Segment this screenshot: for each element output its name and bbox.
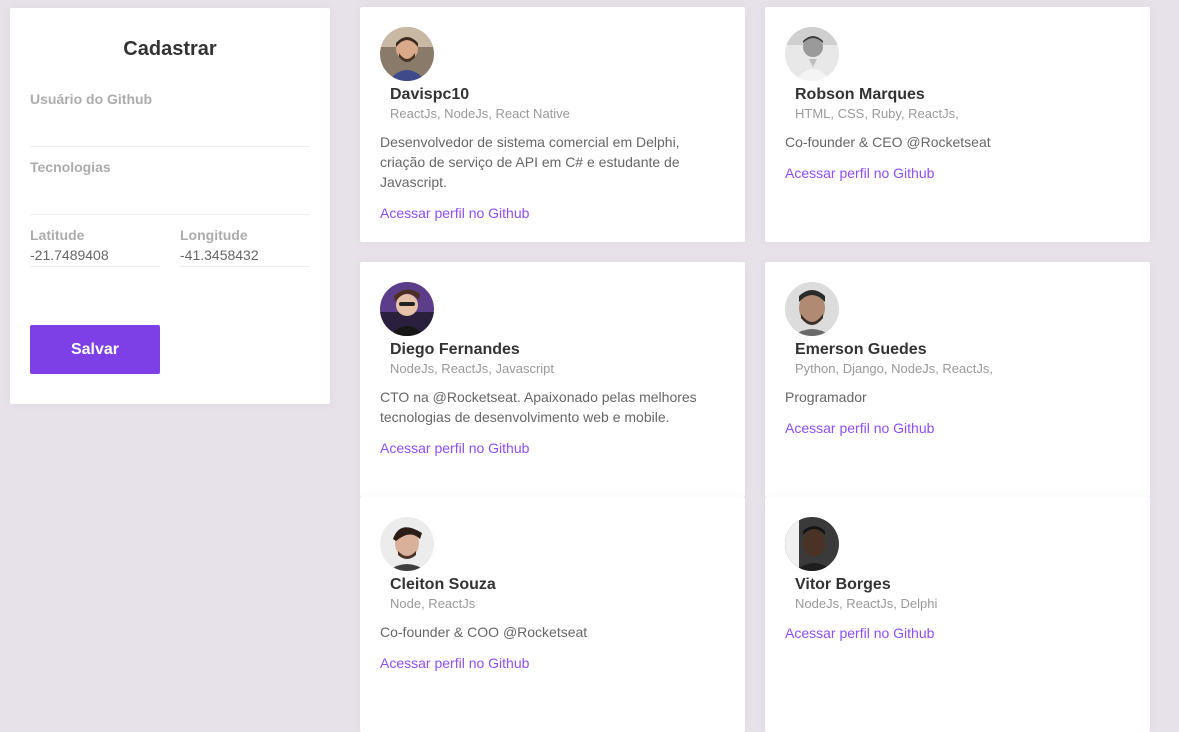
github-profile-link[interactable]: Acessar perfil no Github [785,163,934,183]
avatar-image [380,517,434,571]
longitude-label: Longitude [180,227,248,243]
github-profile-link[interactable]: Acessar perfil no Github [380,203,529,223]
avatar [380,282,434,336]
save-button[interactable]: Salvar [30,325,160,374]
avatar-image [785,27,839,81]
dev-techs: NodeJs, ReactJs, Javascript [390,361,555,376]
latitude-field-group: Latitude [30,227,160,267]
dev-card: Vitor Borges NodeJs, ReactJs, Delphi Ace… [765,497,1150,732]
avatar [380,27,434,81]
dev-name: Davispc10 [390,86,470,103]
dev-name: Emerson Guedes [795,341,927,358]
techs-label: Tecnologias [30,159,111,175]
longitude-input[interactable] [180,243,310,267]
avatar-image [380,27,434,81]
dev-techs: Node, ReactJs [390,596,476,611]
dev-bio: CTO na @Rocketseat. Apaixonado pelas mel… [380,389,697,425]
github-profile-link[interactable]: Acessar perfil no Github [380,438,529,458]
dev-name: Cleiton Souza [390,576,496,593]
latitude-input[interactable] [30,243,160,267]
dev-name: Vitor Borges [795,576,891,593]
dev-techs: Python, Django, NodeJs, ReactJs, [795,361,993,376]
github-user-field-group: Usuário do Github [30,91,310,147]
avatar-image [785,517,839,571]
github-profile-link[interactable]: Acessar perfil no Github [785,418,934,438]
github-profile-link[interactable]: Acessar perfil no Github [785,623,934,643]
dev-bio: Co-founder & COO @Rocketseat [380,624,588,640]
dev-bio: Programador [785,389,867,405]
dev-techs: HTML, CSS, Ruby, ReactJs, [795,106,959,121]
longitude-field-group: Longitude [180,227,310,267]
latitude-label: Latitude [30,227,85,243]
form-title: Cadastrar [123,38,217,60]
github-user-label: Usuário do Github [30,91,153,107]
techs-field-group: Tecnologias [30,159,310,215]
dev-bio: Desenvolvedor de sistema comercial em De… [380,134,680,190]
github-profile-link[interactable]: Acessar perfil no Github [380,653,529,673]
dev-techs: NodeJs, ReactJs, Delphi [795,596,938,611]
dev-name: Robson Marques [795,86,925,103]
avatar [785,27,839,81]
dev-card: Cleiton Souza Node, ReactJs Co-founder &… [360,497,745,732]
dev-bio: Co-founder & CEO @Rocketseat [785,134,991,150]
dev-techs: ReactJs, NodeJs, React Native [390,106,570,121]
dev-card: Robson Marques HTML, CSS, Ruby, ReactJs,… [765,7,1150,242]
register-form-panel: Cadastrar Usuário do Github Tecnologias … [10,8,330,404]
avatar [785,282,839,336]
avatar-image [380,282,434,336]
dev-name: Diego Fernandes [390,341,520,358]
dev-card: Emerson Guedes Python, Django, NodeJs, R… [765,262,1150,497]
dev-card: Davispc10 ReactJs, NodeJs, React Native … [360,7,745,242]
avatar [785,517,839,571]
github-user-input[interactable] [30,115,310,147]
avatar [380,517,434,571]
avatar-image [785,282,839,336]
dev-card: Diego Fernandes NodeJs, ReactJs, Javascr… [360,262,745,497]
techs-input[interactable] [30,183,310,215]
